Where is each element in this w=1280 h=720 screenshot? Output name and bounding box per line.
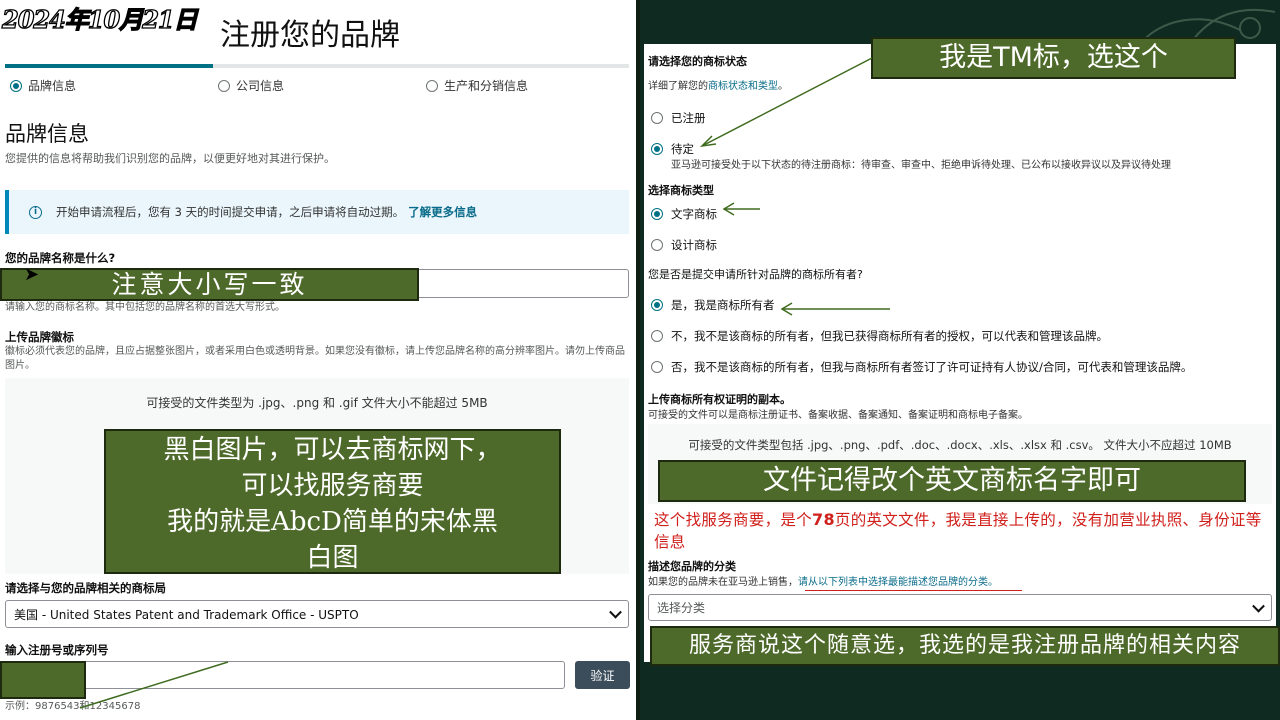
date-overlay: 2024年10月21日	[1, 4, 198, 34]
brand-registration-panel: 注册您的品牌 品牌信息 公司信息 生产和分销信息 品牌信息 您提供的信息将帮助我…	[0, 0, 636, 720]
annotation-arrow-line	[701, 57, 873, 147]
red-note-annotation: 这个找服务商要，是个78页的英文文件，我是直接上传的，没有加营业执照、身份证等信…	[654, 509, 1264, 553]
annotation-arrow-line	[79, 661, 229, 709]
red-note-number: 78	[812, 510, 835, 529]
arrow-head-icon	[699, 135, 717, 148]
red-underline	[805, 590, 1022, 591]
trademark-panel: 请选择您的商标状态 详细了解您的商标状态和类型。 已注册 待定 亚马逊可接受处于…	[640, 0, 1280, 720]
annotation-arrows	[699, 57, 890, 316]
annotation-arrows	[79, 661, 229, 709]
red-note-text: 这个找服务商要，是个	[654, 511, 813, 529]
